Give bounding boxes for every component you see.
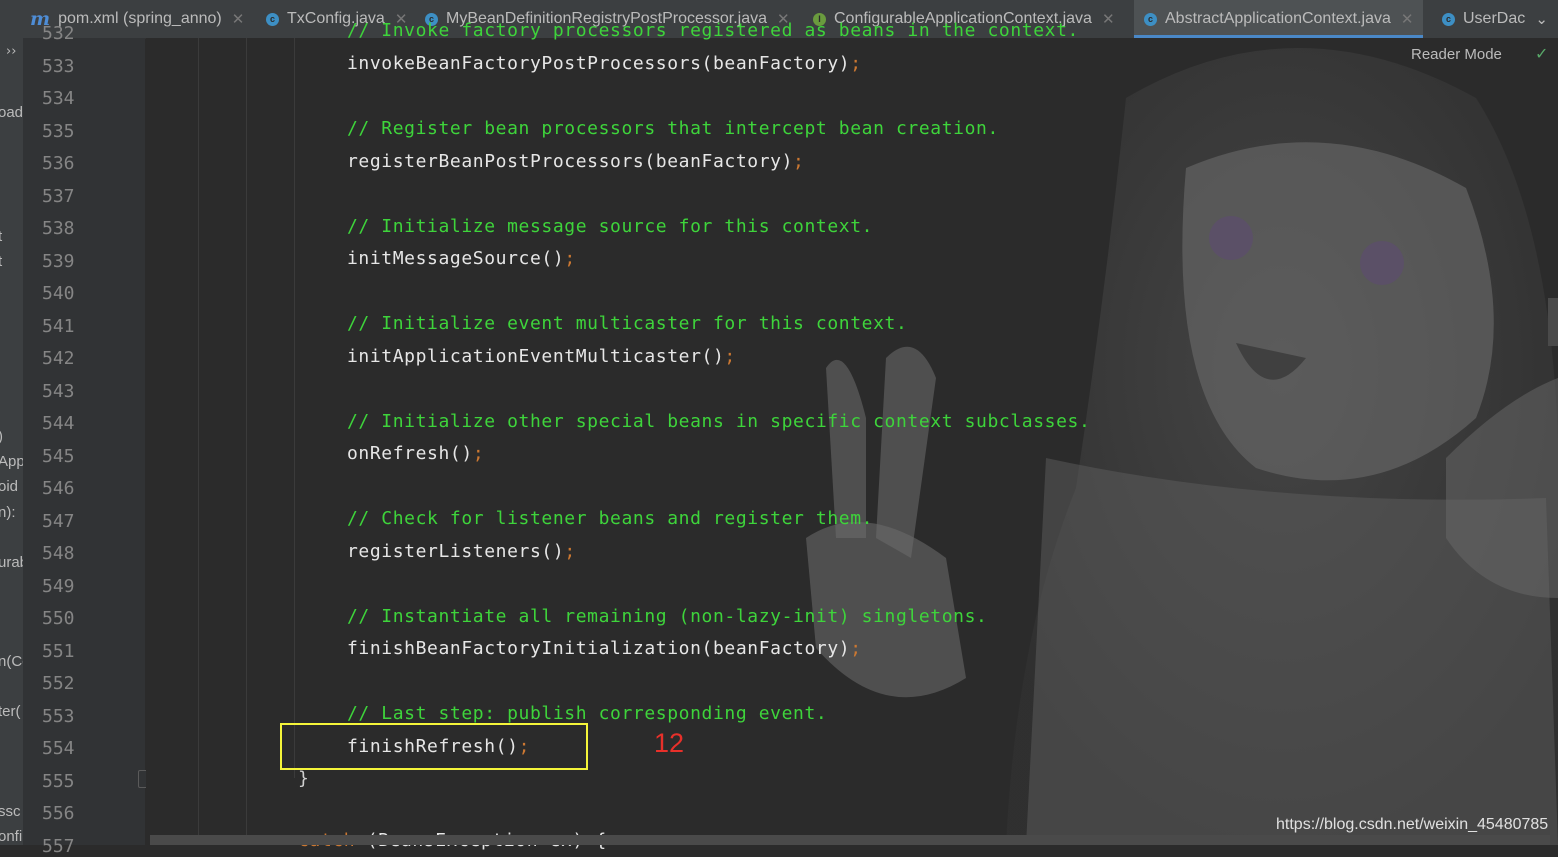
line-number: 554 [42, 738, 75, 759]
code-comment-line-544: // Initialize other special beans in spe… [347, 411, 1091, 432]
panel-fragment: oad [0, 104, 24, 121]
panel-fragment: ) [0, 428, 3, 445]
panel-fragment: t [0, 253, 2, 270]
code-comment-line-532: // Invoke factory processors registered … [347, 20, 1079, 41]
semicolon: ; [724, 346, 736, 367]
line-number: 556 [42, 803, 75, 824]
code-comment-line-550: // Instantiate all remaining (non-lazy-i… [347, 606, 988, 627]
chevron-down-icon[interactable]: ⌄ [1535, 10, 1548, 28]
line-number: 541 [42, 315, 75, 337]
line-number: 548 [42, 543, 75, 564]
close-icon[interactable]: ✕ [1102, 10, 1115, 28]
tab-abstract-context[interactable]: c AbstractApplicationContext.java ✕ [1134, 0, 1424, 38]
line-number: 534 [42, 88, 75, 109]
panel-fragment: n): [0, 504, 16, 521]
line-number: 537 [42, 185, 75, 207]
close-icon[interactable]: ✕ [1401, 10, 1414, 28]
project-panel-strip: ›› oad t t ) App oid n): urab n(Co ter( … [0, 38, 24, 845]
code-comment-line-535: // Register bean processors that interce… [347, 118, 999, 139]
tab-label: pom.xml (spring_anno) [58, 10, 222, 27]
panel-fragment: t [0, 228, 2, 245]
semicolon: ; [564, 541, 576, 562]
check-icon: ✓ [1535, 44, 1549, 63]
method-call: registerListeners() [347, 541, 565, 562]
panel-fragment: ssc [0, 803, 21, 820]
code-comment-line-538: // Initialize message source for this co… [347, 216, 874, 237]
horizontal-scrollbar[interactable] [150, 835, 1550, 845]
line-number: 547 [42, 510, 75, 532]
method-call: onRefresh() [347, 443, 473, 464]
indent-guide [246, 38, 247, 845]
panel-fragment: n(Co [0, 653, 23, 670]
step-number-annotation: 12 [654, 728, 685, 758]
abstract-class-icon: c [1144, 12, 1157, 26]
panel-fragment: urab [0, 554, 23, 571]
closing-brace: } [298, 768, 310, 789]
indent-guide [294, 38, 295, 778]
tab-label: UserDac [1463, 10, 1526, 27]
class-icon: c [266, 12, 279, 26]
expand-chevron-icon[interactable]: ›› [6, 44, 16, 59]
code-comment-line-553: // Last step: publish corresponding even… [347, 703, 828, 724]
code-line-548: registerListeners(); [347, 541, 576, 562]
method-call: initMessageSource() [347, 248, 565, 269]
panel-fragment: ter( [0, 703, 21, 720]
line-number: 550 [42, 608, 75, 629]
code-line-545: onRefresh(); [347, 443, 484, 464]
line-number: 545 [42, 445, 75, 467]
method-call: finishBeanFactoryInitialization(beanFact… [347, 638, 851, 659]
line-number: 546 [42, 478, 75, 499]
watermark: https://blog.csdn.net/weixin_45480785 [1276, 816, 1549, 833]
close-icon[interactable]: ✕ [232, 10, 245, 28]
line-number: 549 [42, 575, 75, 597]
line-number: 540 [42, 283, 75, 304]
method-call: initApplicationEventMulticaster() [347, 346, 725, 367]
line-number: 533 [42, 55, 75, 77]
panel-fragment: oid [0, 478, 19, 495]
line-number: 551 [42, 640, 75, 662]
semicolon: ; [793, 151, 805, 172]
line-number: 543 [42, 380, 75, 402]
highlight-box [280, 723, 588, 770]
code-line-539: initMessageSource(); [347, 248, 576, 269]
line-number: 535 [42, 120, 75, 142]
line-number: 538 [42, 218, 75, 239]
code-comment-line-541: // Initialize event multicaster for this… [347, 313, 908, 334]
line-number: 536 [42, 153, 75, 174]
class-icon: c [1442, 12, 1455, 26]
method-call: registerBeanPostProcessors(beanFactory) [347, 151, 794, 172]
line-number: 555 [42, 770, 75, 792]
line-number: 539 [42, 250, 75, 272]
line-number: 544 [42, 413, 75, 434]
line-number: 542 [42, 348, 75, 369]
indent-guide [198, 38, 199, 845]
line-number: 552 [42, 673, 75, 694]
line-number: 553 [42, 705, 75, 727]
semicolon: ; [850, 53, 862, 74]
tab-label: AbstractApplicationContext.java [1165, 10, 1391, 27]
reader-mode-button[interactable]: Reader Mode [1411, 46, 1502, 63]
code-line-551: finishBeanFactoryInitialization(beanFact… [347, 638, 862, 659]
code-line-542: initApplicationEventMulticaster(); [347, 346, 736, 367]
code-line-536: registerBeanPostProcessors(beanFactory); [347, 151, 804, 172]
code-line-533: invokeBeanFactoryPostProcessors(beanFact… [347, 53, 862, 74]
vertical-scrollbar[interactable] [1548, 298, 1558, 346]
code-comment-line-547: // Check for listener beans and register… [347, 508, 874, 529]
line-number: 557 [42, 835, 75, 857]
semicolon: ; [472, 443, 485, 464]
panel-fragment: onfi [0, 828, 23, 845]
method-call: invokeBeanFactoryPostProcessors(beanFact… [347, 53, 851, 74]
semicolon: ; [850, 638, 862, 659]
tab-userdao[interactable]: c UserDac [1442, 0, 1525, 38]
line-number: 532 [42, 23, 75, 44]
panel-fragment: App [0, 453, 24, 470]
semicolon: ; [564, 248, 576, 269]
